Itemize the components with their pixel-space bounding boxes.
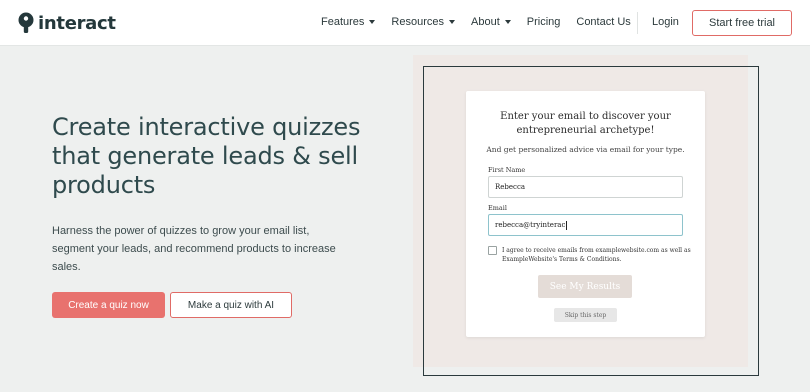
nav-item-label: Pricing [526,16,561,28]
nav-item-label: Contact Us [576,16,631,28]
nav-item-label: About [471,16,500,28]
see-my-results-button[interactable]: See My Results [538,275,632,298]
nav-item-about[interactable]: About [471,16,511,28]
nav-item-label: Features [321,16,365,28]
nav-item-contact[interactable]: Contact Us [576,16,630,28]
first-name-value: Rebecca [495,183,526,191]
email-field[interactable]: rebecca@tryinterac [488,214,683,236]
chevron-down-icon [369,20,376,24]
chevron-down-icon [449,20,455,24]
hero-title: Create interactive quizzes that generate… [52,113,361,199]
logo[interactable]: interact [17,11,116,35]
consent-text: I agree to receive emails from examplewe… [502,247,691,263]
chevron-down-icon [504,20,511,24]
main-nav: Features Resources About Pricing Contact… [321,16,647,28]
nav-item-label: Resources [391,16,444,28]
nav-item-pricing[interactable]: Pricing [527,16,561,28]
email-value: rebecca@tryinterac [495,221,566,229]
interact-logo-icon [18,12,34,33]
consent-checkbox[interactable] [488,246,497,255]
lead-form-subheading: And get personalized advice via email fo… [486,145,685,154]
login-link[interactable]: Login [652,16,679,28]
first-name-label: First Name [488,166,526,174]
email-label: Email [488,204,507,212]
logo-text: interact [38,12,116,34]
first-name-field[interactable]: Rebecca [488,176,683,198]
start-free-trial-button[interactable]: Start free trial [692,10,792,36]
create-quiz-button[interactable]: Create a quiz now [52,292,165,318]
nav-item-resources[interactable]: Resources [391,16,455,28]
lead-form-heading: Enter your email to discover your entrep… [500,111,671,136]
skip-step-button[interactable]: Skip this step [554,308,617,322]
make-quiz-with-ai-button[interactable]: Make a quiz with AI [170,292,292,318]
hero-subtitle: Harness the power of quizzes to grow you… [52,225,336,273]
text-cursor [566,220,568,230]
top-navigation-bar: interact Features Resources About Pricin… [0,0,810,46]
nav-divider [637,12,638,34]
nav-item-features[interactable]: Features [321,16,376,28]
quiz-lead-form-card: Enter your email to discover your entrep… [466,91,705,337]
